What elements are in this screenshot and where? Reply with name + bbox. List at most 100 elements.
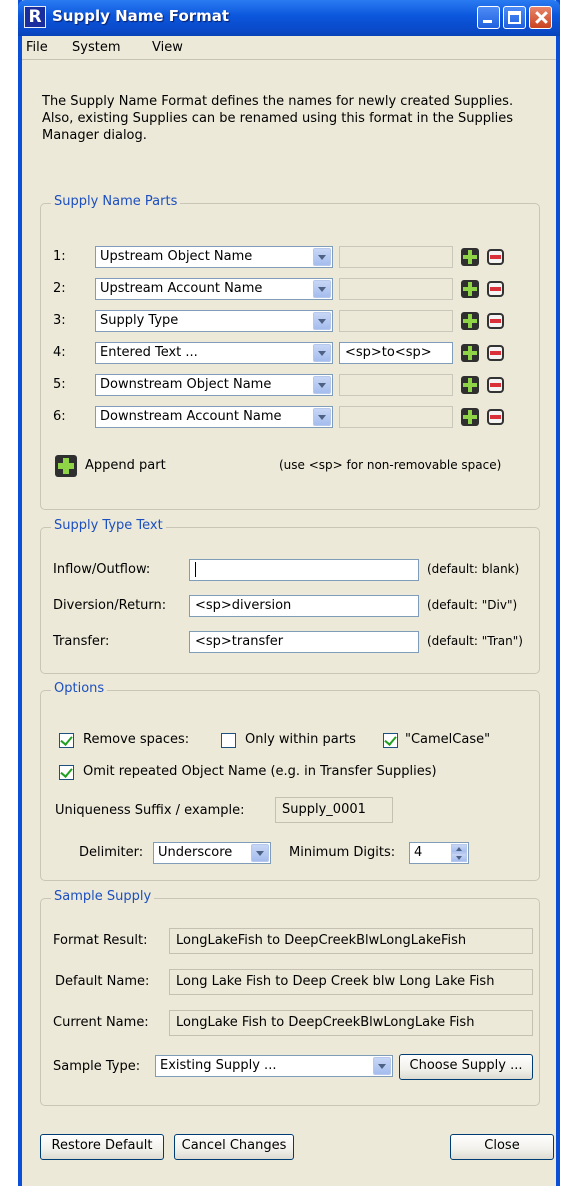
text-cursor [195, 562, 196, 577]
part-1-value: Upstream Object Name [100, 249, 253, 264]
supply-type-text-group: Supply Type Text Inflow/Outflow: (defaul… [40, 518, 540, 674]
sp-hint-text: (use <sp> for non-removable space) [279, 458, 502, 472]
insert-part-3-plus-icon[interactable] [461, 312, 479, 330]
remove-part-6-minus-icon[interactable] [487, 409, 504, 425]
close-window-button[interactable] [529, 6, 552, 29]
chevron-down-icon[interactable] [313, 376, 331, 394]
sample-supply-group: Sample Supply Format Result: LongLakeFis… [40, 889, 540, 1106]
omit-repeated-checkbox[interactable] [59, 765, 74, 780]
part-number: 4: [53, 345, 66, 360]
insert-part-1-plus-icon[interactable] [461, 248, 479, 266]
spin-down-icon[interactable] [451, 853, 467, 862]
remove-spaces-label[interactable]: Remove spaces: [83, 732, 189, 747]
dialog-content: The Supply Name Format defines the names… [22, 61, 556, 1186]
transfer-label: Transfer: [53, 634, 110, 649]
chevron-down-icon[interactable] [313, 312, 331, 330]
current-name-value: LongLake Fish to DeepCreekBlwLongLake Fi… [169, 1010, 533, 1036]
part-4-select[interactable]: Entered Text ... [95, 342, 333, 364]
inflow-outflow-label: Inflow/Outflow: [53, 562, 151, 577]
maximize-button[interactable] [503, 6, 526, 29]
insert-part-6-plus-icon[interactable] [461, 408, 479, 426]
sample-type-select[interactable]: Existing Supply ... [155, 1055, 393, 1077]
insert-part-4-plus-icon[interactable] [461, 344, 479, 362]
omit-repeated-label[interactable]: Omit repeated Object Name (e.g. in Trans… [83, 764, 437, 779]
remove-spaces-checkbox[interactable] [59, 733, 74, 748]
insert-part-5-plus-icon[interactable] [461, 376, 479, 394]
close-button[interactable]: Close [450, 1134, 554, 1160]
menu-system[interactable]: System [72, 40, 120, 55]
part-number: 2: [53, 281, 66, 296]
chevron-down-icon[interactable] [373, 1057, 391, 1075]
part-2-text [339, 278, 453, 300]
remove-part-5-minus-icon[interactable] [487, 377, 504, 393]
insert-part-2-plus-icon[interactable] [461, 280, 479, 298]
restore-default-button[interactable]: Restore Default [40, 1134, 164, 1160]
chevron-down-icon[interactable] [313, 248, 331, 266]
format-result-value: LongLakeFish to DeepCreekBlwLongLakeFish [169, 928, 533, 954]
part-5-text [339, 374, 453, 396]
delimiter-select[interactable]: Underscore [153, 842, 271, 864]
format-result-label: Format Result: [53, 933, 148, 948]
chevron-down-icon[interactable] [313, 408, 331, 426]
diversion-return-input[interactable]: <sp>diversion [189, 595, 419, 617]
part-1-text [339, 246, 453, 268]
sample-type-value: Existing Supply ... [160, 1058, 277, 1073]
uniqueness-suffix-label: Uniqueness Suffix / example: [55, 803, 245, 818]
chevron-down-icon[interactable] [313, 344, 331, 362]
inflow-outflow-input[interactable] [189, 559, 419, 581]
minimum-digits-value: 4 [414, 845, 423, 860]
dialog-window: R Supply Name Format File System View Th… [18, 0, 560, 1186]
cancel-changes-button[interactable]: Cancel Changes [174, 1134, 294, 1160]
part-3-select[interactable]: Supply Type [95, 310, 333, 332]
sample-supply-legend: Sample Supply [51, 889, 155, 904]
uniqueness-suffix-example: Supply_0001 [275, 797, 393, 823]
title-bar[interactable]: R Supply Name Format [18, 0, 560, 36]
part-2-select[interactable]: Upstream Account Name [95, 278, 333, 300]
supply-name-parts-group: Supply Name Parts 1: Upstream Object Nam… [40, 194, 540, 510]
supply-name-parts-legend: Supply Name Parts [51, 194, 181, 209]
part-4-text-input[interactable]: <sp>to<sp> [339, 342, 453, 364]
append-part-plus-icon[interactable] [55, 455, 77, 477]
remove-part-3-minus-icon[interactable] [487, 313, 504, 329]
remove-part-4-minus-icon[interactable] [487, 345, 504, 361]
intro-text: The Supply Name Format defines the names… [42, 94, 514, 143]
transfer-input[interactable]: <sp>transfer [189, 631, 419, 653]
part-5-value: Downstream Object Name [100, 377, 272, 392]
part-number: 3: [53, 313, 66, 328]
menu-view[interactable]: View [152, 40, 183, 55]
only-within-parts-label[interactable]: Only within parts [245, 732, 356, 747]
menu-bar: File System View [22, 36, 556, 60]
part-2-value: Upstream Account Name [100, 281, 263, 296]
part-5-select[interactable]: Downstream Object Name [95, 374, 333, 396]
only-within-parts-checkbox[interactable] [221, 733, 236, 748]
part-6-value: Downstream Account Name [100, 409, 282, 424]
inflow-default-hint: (default: blank) [427, 562, 520, 576]
part-6-select[interactable]: Downstream Account Name [95, 406, 333, 428]
default-name-value: Long Lake Fish to Deep Creek blw Long La… [169, 969, 533, 995]
part-1-select[interactable]: Upstream Object Name [95, 246, 333, 268]
minimum-digits-label: Minimum Digits: [289, 845, 396, 860]
remove-part-1-minus-icon[interactable] [487, 249, 504, 265]
choose-supply-button[interactable]: Choose Supply ... [399, 1054, 533, 1080]
part-3-value: Supply Type [100, 313, 179, 328]
app-logo-icon: R [24, 6, 46, 28]
remove-part-2-minus-icon[interactable] [487, 281, 504, 297]
minimize-button[interactable] [477, 6, 500, 29]
menu-file[interactable]: File [26, 40, 48, 55]
camelcase-checkbox[interactable] [383, 733, 398, 748]
part-number: 6: [53, 409, 66, 424]
diversion-return-label: Diversion/Return: [53, 598, 167, 613]
chevron-down-icon[interactable] [251, 844, 269, 862]
sample-type-label: Sample Type: [53, 1059, 141, 1074]
delimiter-label: Delimiter: [79, 845, 144, 860]
default-name-label: Default Name: [55, 974, 150, 989]
minimum-digits-stepper[interactable]: 4 [409, 842, 469, 864]
spin-up-icon[interactable] [451, 844, 467, 853]
supply-type-text-legend: Supply Type Text [51, 518, 166, 533]
diversion-default-hint: (default: "Div") [427, 598, 518, 612]
part-number: 5: [53, 377, 66, 392]
chevron-down-icon[interactable] [313, 280, 331, 298]
append-part-label[interactable]: Append part [85, 458, 166, 473]
part-6-text [339, 406, 453, 428]
camelcase-label[interactable]: "CamelCase" [405, 732, 490, 747]
